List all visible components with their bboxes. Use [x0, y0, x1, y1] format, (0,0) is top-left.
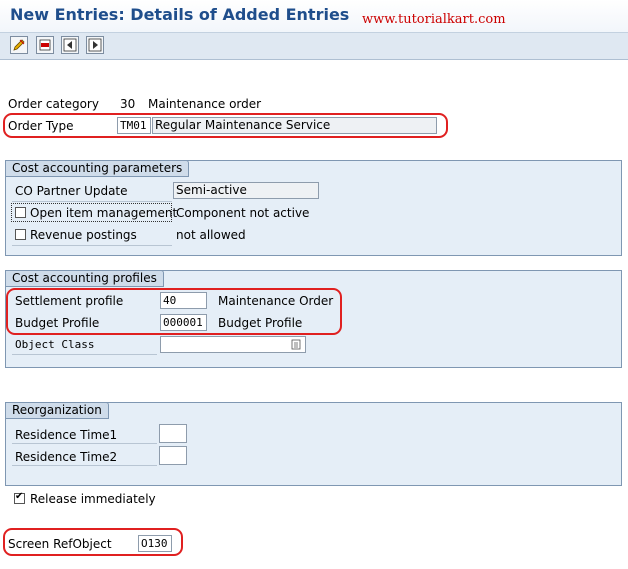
co-partner-update-label: CO Partner Update — [15, 184, 128, 198]
residence-time2-label: Residence Time2 — [15, 450, 118, 464]
order-category-text: Maintenance order — [148, 97, 262, 111]
application-toolbar — [0, 32, 628, 60]
title-bar: New Entries: Details of Added Entries ww… — [0, 0, 628, 32]
cost-accounting-parameters-title: Cost accounting parameters — [5, 160, 190, 177]
revenue-postings-label: Revenue postings — [30, 228, 137, 242]
order-type-label: Order Type — [8, 119, 74, 133]
settlement-profile-field[interactable]: 40 — [160, 292, 207, 309]
open-item-checkbox[interactable] — [15, 207, 26, 218]
display-change-icon — [13, 39, 25, 51]
reorganization-title: Reorganization — [5, 402, 109, 419]
cost-accounting-parameters-group: Cost accounting parameters CO Partner Up… — [5, 160, 622, 256]
budget-profile-label: Budget Profile — [15, 316, 100, 330]
release-immediately-checkbox[interactable] — [14, 491, 25, 504]
object-class-label: Object Class — [15, 338, 95, 351]
revenue-postings-checkbox[interactable] — [15, 229, 26, 240]
value-help-icon[interactable] — [291, 339, 301, 350]
cost-accounting-profiles-group: Cost accounting profiles Settlement prof… — [5, 270, 622, 368]
screen-refobject-field[interactable]: O130 — [138, 535, 172, 552]
residence-time1-label: Residence Time1 — [15, 428, 118, 442]
page-title: New Entries: Details of Added Entries — [10, 5, 350, 24]
order-category-code: 30 — [120, 97, 136, 111]
open-item-status-text: Component not active — [176, 206, 310, 220]
screen-refobject-label: Screen RefObject — [8, 537, 112, 551]
reorganization-group: Reorganization Residence Time1 Residence… — [5, 402, 622, 486]
previous-entry-icon — [63, 38, 77, 52]
settlement-profile-label: Settlement profile — [15, 294, 124, 308]
release-immediately-label: Release immediately — [30, 492, 156, 506]
delete-button[interactable] — [36, 36, 54, 54]
delete-icon — [39, 39, 51, 51]
residence-time1-field[interactable] — [159, 424, 187, 443]
revenue-postings-status-text: not allowed — [176, 228, 246, 242]
previous-entry-button[interactable] — [61, 36, 79, 54]
order-type-description: Regular Maintenance Service — [152, 117, 437, 134]
watermark: www.tutorialkart.com — [362, 12, 506, 27]
display-change-button[interactable] — [10, 36, 28, 54]
object-class-field[interactable] — [160, 336, 306, 353]
order-category-label: Order category — [8, 97, 99, 111]
cost-accounting-profiles-title: Cost accounting profiles — [5, 270, 164, 287]
order-type-field[interactable]: TM01 — [117, 117, 151, 134]
co-partner-update-field[interactable]: Semi-active — [173, 182, 319, 199]
next-entry-button[interactable] — [86, 36, 104, 54]
open-item-label: Open item management — [30, 206, 178, 220]
settlement-profile-text: Maintenance Order — [218, 294, 334, 308]
next-entry-icon — [88, 38, 102, 52]
budget-profile-text: Budget Profile — [218, 316, 303, 330]
budget-profile-field[interactable]: 000001 — [160, 314, 207, 331]
residence-time2-field[interactable] — [159, 446, 187, 465]
main-content: Order category 30 Maintenance order Orde… — [0, 60, 628, 569]
